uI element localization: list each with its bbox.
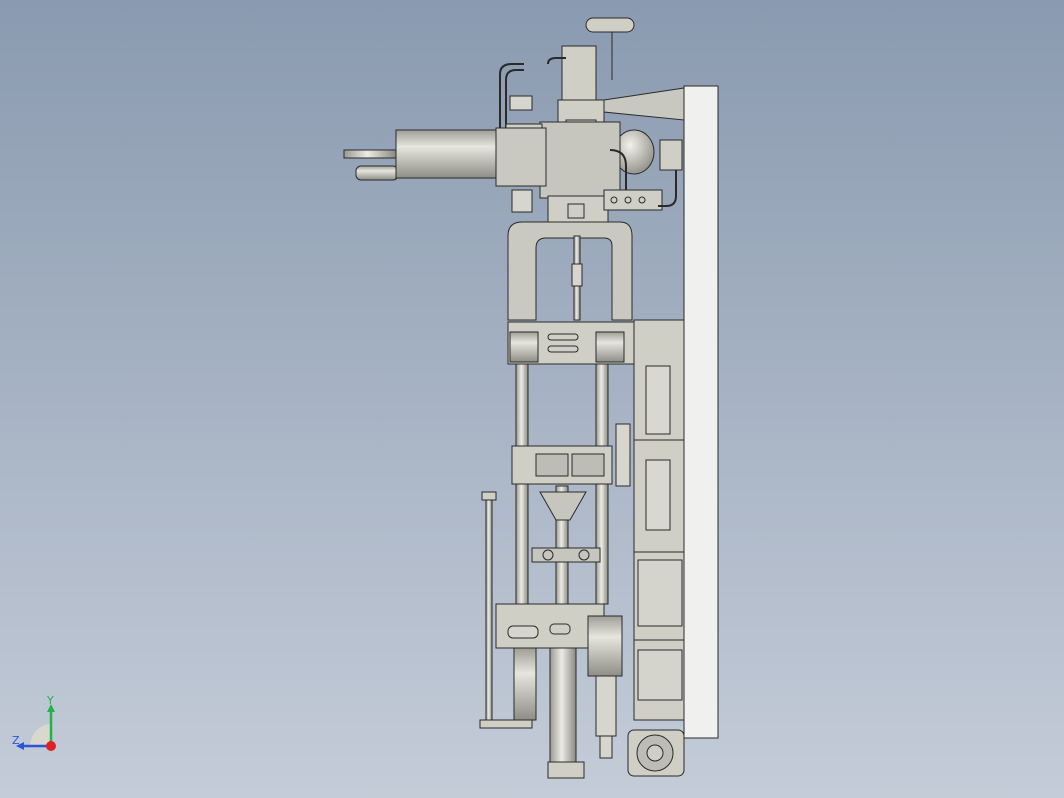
fixed-platen (507, 321, 635, 365)
injection-cylinder (343, 127, 547, 187)
cad-graphics-viewport[interactable]: Y Z (0, 0, 1064, 798)
base-frame-panel (683, 85, 719, 739)
side-cabinet (633, 319, 685, 721)
view-orientation-triad: Y Z (8, 694, 68, 756)
axis-triad-graphic (16, 704, 56, 751)
z-axis-label: Z (12, 734, 20, 747)
y-axis-label: Y (47, 694, 54, 707)
machine-assembly-model[interactable] (0, 0, 1064, 798)
ejector-rod (485, 493, 493, 721)
tie-bars (515, 363, 609, 607)
c-frame (507, 221, 633, 321)
drive-motor (627, 729, 685, 777)
injection-unit-head (539, 17, 685, 223)
moving-platen (511, 423, 631, 487)
